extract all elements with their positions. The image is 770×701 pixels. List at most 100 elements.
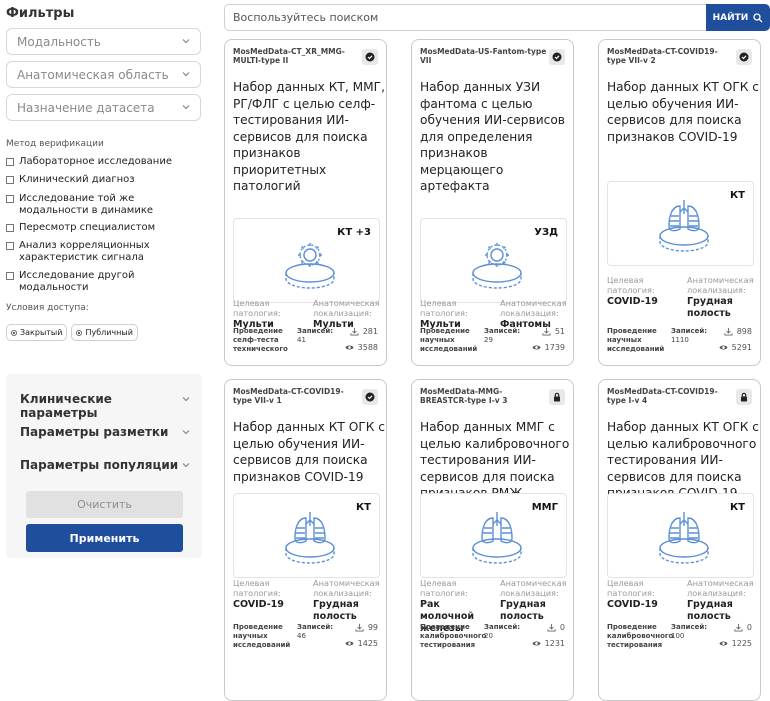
- breast-icon: [471, 508, 523, 564]
- checkbox[interactable]: [6, 195, 14, 203]
- gear-icon: [471, 233, 523, 289]
- verification-option-label: Исследование той же модальности в динами…: [19, 193, 154, 216]
- dataset-card[interactable]: MosMedData-CT_XR_MMG-MULTI-type II Набор…: [224, 39, 387, 366]
- modality-select-placeholder: Модальность: [17, 35, 101, 49]
- chevron-down-icon: [182, 463, 190, 468]
- dataset-card[interactable]: MosMedData-US-Fantom-type VII Набор данн…: [411, 39, 574, 366]
- access-label: Условия доступа:: [6, 303, 89, 313]
- anatomy-label: Анатомическая локализация:: [313, 298, 380, 318]
- search-button-label: НАЙТИ: [712, 12, 749, 23]
- population-params-toggle[interactable]: Параметры популяции: [20, 458, 190, 472]
- radio-icon: [11, 329, 17, 336]
- verification-option[interactable]: Анализ корреляционных характеристик сигн…: [6, 240, 202, 264]
- modality-badge: КТ: [356, 502, 371, 513]
- checkbox[interactable]: [6, 224, 14, 232]
- views-count: 1231: [544, 639, 565, 648]
- modality-select[interactable]: Модальность: [6, 28, 201, 55]
- records-value: 1110: [671, 336, 689, 344]
- download-icon: [734, 623, 743, 632]
- check-circle-icon: [549, 49, 565, 65]
- access-options: Закрытый Публичный: [6, 324, 138, 341]
- dataset-preview: УЗД: [420, 218, 567, 303]
- gear-icon: [284, 233, 336, 289]
- downloads-stat: 281: [350, 327, 378, 336]
- views-stat: 1225: [719, 639, 752, 648]
- download-icon: [350, 327, 359, 336]
- dataset-preview: КТ: [233, 493, 380, 578]
- views-count: 5291: [731, 343, 752, 352]
- downloads-count: 0: [746, 623, 752, 632]
- checkbox[interactable]: [6, 176, 14, 184]
- lungs-icon: [658, 196, 710, 252]
- dataset-title[interactable]: Набор данных КТ ОГК с целью обучения ИИ-…: [233, 419, 385, 485]
- radio-icon: [76, 329, 83, 336]
- records-label: Записей:: [484, 623, 521, 631]
- anatomy-label: Анатомическая локализация:: [687, 578, 754, 598]
- lungs-icon: [658, 508, 710, 564]
- views-count: 1225: [731, 639, 752, 648]
- verification-option[interactable]: Исследование той же модальности в динами…: [6, 193, 202, 217]
- dataset-title[interactable]: Набор данных ММГ с целью калибровочного …: [420, 419, 572, 502]
- population-params-label: Параметры популяции: [20, 458, 179, 472]
- dataset-title[interactable]: Набор данных КТ ОГК с целью калибровочно…: [607, 419, 759, 502]
- anatomy-label: Анатомическая локализация:: [687, 275, 754, 295]
- records-label: Записей:: [297, 623, 334, 631]
- pathology-value: COVID-19: [233, 599, 284, 610]
- verification-option[interactable]: Клинический диагноз: [6, 174, 202, 186]
- verification-option[interactable]: Лабораторное исследование: [6, 156, 202, 168]
- dataset-code: MosMedData-CT-COVID19-type VII-v 1: [233, 387, 344, 405]
- records-value: 41: [297, 336, 306, 344]
- dataset-card[interactable]: MosMedData-CT-COVID19-type VII-v 2 Набор…: [598, 39, 761, 366]
- dataset-card[interactable]: MosMedData-MMG-BREASTCR-type I-v 3 Набор…: [411, 379, 574, 701]
- checkbox[interactable]: [6, 272, 14, 280]
- search-button[interactable]: НАЙТИ: [706, 4, 770, 31]
- dataset-title[interactable]: Набор данных КТ, ММГ, РГ/ФЛГ с целью сел…: [233, 79, 385, 195]
- clear-button[interactable]: Очистить: [26, 491, 183, 518]
- anatomy-select[interactable]: Анатомическая область: [6, 61, 201, 88]
- search-input[interactable]: Воспользуйтесь поиском: [224, 4, 707, 31]
- purpose-select-placeholder: Назначение датасета: [17, 101, 155, 115]
- access-public-radio[interactable]: Публичный: [71, 324, 138, 341]
- purpose-select[interactable]: Назначение датасета: [6, 94, 201, 121]
- downloads-count: 51: [554, 327, 565, 336]
- dataset-title[interactable]: Набор данных КТ ОГК с целью обучения ИИ-…: [607, 79, 759, 145]
- checkbox[interactable]: [6, 158, 14, 166]
- anatomy-value: Грудная полость: [687, 296, 733, 319]
- dataset-code: MosMedData-US-Fantom-type VII: [420, 47, 547, 65]
- search-icon: [753, 12, 763, 22]
- checkbox[interactable]: [6, 242, 14, 250]
- download-icon: [355, 623, 364, 632]
- markup-params-toggle[interactable]: Параметры разметки: [20, 425, 190, 439]
- dataset-preview: КТ: [607, 181, 754, 266]
- verification-option[interactable]: Пересмотр специалистом: [6, 222, 202, 234]
- dataset-title[interactable]: Набор данных УЗИ фантома с целью обучени…: [420, 79, 572, 195]
- records-value: 46: [297, 632, 306, 640]
- records-label: Записей:: [297, 327, 334, 335]
- downloads-count: 281: [362, 327, 378, 336]
- modality-badge: КТ: [730, 502, 745, 513]
- clinical-params-label: Клинические параметры: [20, 392, 112, 420]
- dataset-card[interactable]: MosMedData-CT-COVID19-type I-v 4 Набор д…: [598, 379, 761, 701]
- records-value: 100: [671, 632, 685, 640]
- records-label: Записей:: [671, 623, 708, 631]
- downloads-count: 0: [559, 623, 565, 632]
- apply-button[interactable]: Применить: [26, 524, 183, 552]
- purpose-value: Проведение калибровочного тестирования: [420, 623, 487, 649]
- purpose-value: Проведение научных исследований: [233, 623, 291, 649]
- download-icon: [724, 327, 733, 336]
- pathology-label: Целевая патология:: [420, 298, 468, 318]
- check-circle-icon: [736, 49, 752, 65]
- access-closed-radio[interactable]: Закрытый: [6, 324, 68, 341]
- anatomy-label: Анатомическая локализация:: [313, 578, 380, 598]
- verification-option[interactable]: Исследование другой модальности: [6, 270, 202, 294]
- dataset-card[interactable]: MosMedData-CT-COVID19-type VII-v 1 Набор…: [224, 379, 387, 701]
- clinical-params-toggle[interactable]: Клинические параметры: [20, 392, 190, 420]
- downloads-count: 898: [736, 327, 752, 336]
- verification-option-label: Исследование другой модальности: [19, 270, 135, 293]
- anatomy-select-placeholder: Анатомическая область: [17, 68, 169, 82]
- downloads-stat: 99: [355, 623, 378, 632]
- anatomy-label: Анатомическая локализация:: [500, 578, 567, 598]
- views-count: 1739: [544, 343, 565, 352]
- purpose-value: Проведение калибровочного тестирования: [607, 623, 674, 649]
- chevron-down-icon: [182, 72, 190, 77]
